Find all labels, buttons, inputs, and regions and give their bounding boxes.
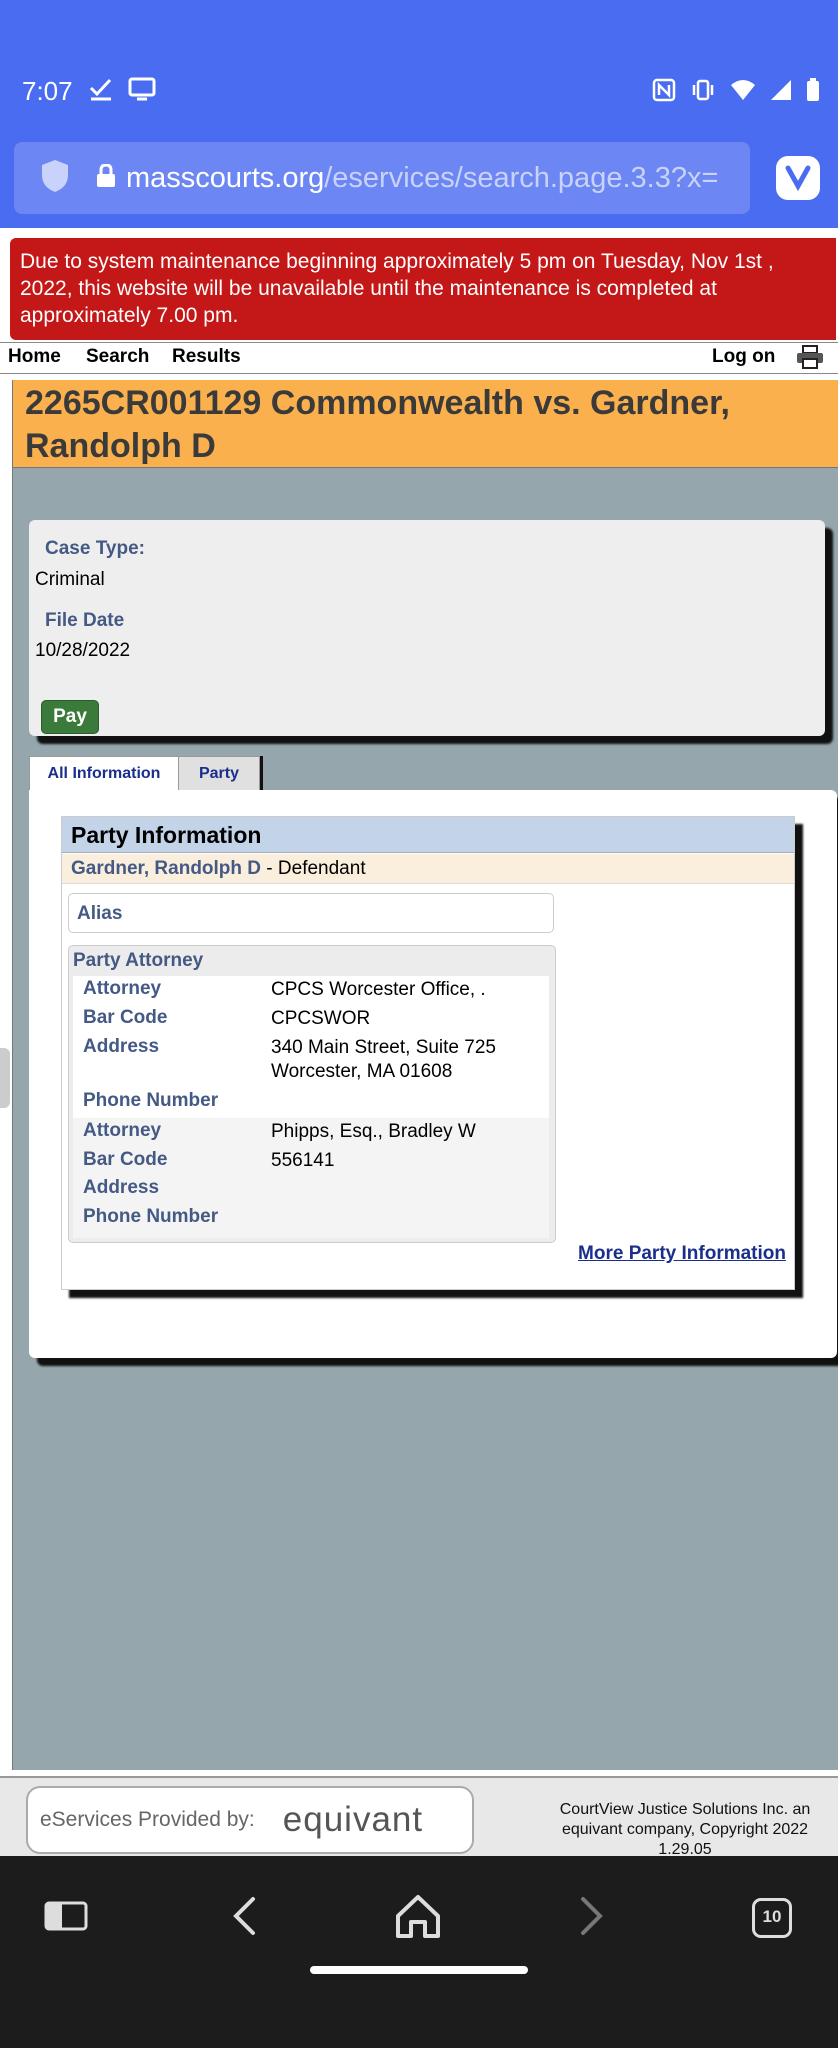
back-arrow-icon [229,1896,259,1941]
address-label: Address [83,1177,160,1198]
party-information-header: Party Information [62,817,794,853]
status-icons-left [88,76,156,107]
bar-code-label: Bar Code [83,1149,168,1170]
attorney-value: CPCS Worcester Office, . [271,979,486,1000]
panel-icon [44,1901,88,1936]
lock-icon [96,162,116,193]
case-type-label: Case Type: [45,538,145,559]
back-button[interactable] [214,1888,274,1948]
bottom-navigation-bar: 10 [0,1856,838,2048]
web-page: Due to system maintenance beginning appr… [0,228,838,1856]
copyright-text: CourtView Justice Solutions Inc. an equi… [559,1801,811,1838]
party-name-row: Gardner, Randolph D - Defendant [62,854,794,884]
home-button[interactable] [388,1888,448,1948]
address-label: Address [83,1036,160,1057]
equivant-logo: equivant [282,1800,424,1839]
address-line1: 340 Main Street, Suite 725 [271,1037,496,1058]
browser-toolbar: masscourts.org/eservices/search.page.3.3… [0,128,838,228]
wifi-icon [730,79,756,106]
nav-results-link[interactable]: Results [172,346,241,368]
nav-search-link[interactable]: Search [86,346,149,368]
signal-icon [770,79,792,106]
file-date-value: 10/28/2022 [35,640,131,661]
forward-arrow-icon [577,1896,607,1941]
status-time: 7:07 [22,76,73,106]
alias-section[interactable]: Alias [68,893,554,933]
party-attorney-title: Party Attorney [73,950,204,971]
tab-count: 10 [762,1907,782,1926]
vivaldi-logo-icon [783,161,813,196]
footer-copyright: CourtView Justice Solutions Inc. an equi… [550,1800,820,1856]
shield-icon[interactable] [40,159,70,198]
bar-code-value: 556141 [271,1150,335,1171]
nav-home-link[interactable]: Home [8,346,61,368]
home-icon [395,1894,441,1943]
side-panel-handle[interactable] [0,1048,10,1108]
url-text[interactable]: masscourts.org/eservices/search.page.3.3… [126,162,726,195]
phone-number-label: Phone Number [83,1090,219,1111]
party-name: Gardner, Randolph D [71,858,262,879]
maintenance-alert: Due to system maintenance beginning appr… [10,238,836,340]
party-attorney-section: Party Attorney Attorney CPCS Worcester O… [68,945,556,1243]
forward-button[interactable] [562,1888,622,1948]
case-type-value: Criminal [35,569,105,590]
screen-cast-icon [128,76,156,107]
case-content-area: 2265CR001129 Commonwealth vs. Gardner, R… [12,380,838,1770]
all-information-panel: Party Information Gardner, Randolph D - … [29,790,837,1358]
battery-icon [806,78,820,107]
checkmark-icon [88,76,114,107]
pay-button[interactable]: Pay [41,700,99,734]
version-text: 1.29.05 [658,1841,712,1856]
file-date-label: File Date [45,610,125,631]
party-information-box: Party Information Gardner, Randolph D - … [61,816,795,1290]
nfc-icon [652,78,676,107]
panel-toggle-button[interactable] [36,1888,96,1948]
phone-number-label: Phone Number [83,1206,219,1227]
attorney-entry: Attorney CPCS Worcester Office, . Bar Co… [73,976,549,1118]
more-party-information-link[interactable]: More Party Information [578,1243,786,1265]
home-indicator[interactable] [310,1966,528,1974]
case-title: 2265CR001129 Commonwealth vs. Gardner, R… [13,380,838,468]
log-on-link[interactable]: Log on [712,346,775,368]
tab-all-information[interactable]: All Information [29,756,179,791]
provided-by-text: eServices Provided by: [40,1808,255,1831]
address-line2: Worcester, MA 01608 [271,1061,453,1082]
tabs-count-icon: 10 [752,1898,792,1938]
attorney-entry: Attorney Phipps, Esq., Bradley W Bar Cod… [73,1118,549,1238]
status-bar: 7:07 [0,0,838,128]
url-domain: masscourts.org [126,161,325,194]
attorney-label: Attorney [83,1120,162,1141]
tabs-button[interactable]: 10 [742,1888,802,1948]
equivant-banner[interactable]: eServices Provided by: equivant [26,1786,474,1854]
vibrate-icon [690,78,716,107]
bar-code-value: CPCSWOR [271,1008,371,1029]
printer-icon[interactable] [796,345,824,374]
attorney-value: Phipps, Esq., Bradley W [271,1121,476,1142]
tab-party[interactable]: Party [178,756,260,791]
page-footer: eServices Provided by: equivant CourtVie… [0,1776,838,1856]
bar-code-label: Bar Code [83,1007,168,1028]
vivaldi-menu-button[interactable] [776,156,820,200]
case-summary-card: Case Type: Criminal File Date 10/28/2022… [29,520,825,736]
top-navigation: Home Search Results Log on [0,342,838,374]
attorney-label: Attorney [83,978,162,999]
address-bar[interactable]: masscourts.org/eservices/search.page.3.3… [14,142,750,214]
party-role: - Defendant [261,858,366,879]
url-path: /eservices/search.page.3.3?x= [324,161,719,194]
status-icons-right [652,78,820,107]
